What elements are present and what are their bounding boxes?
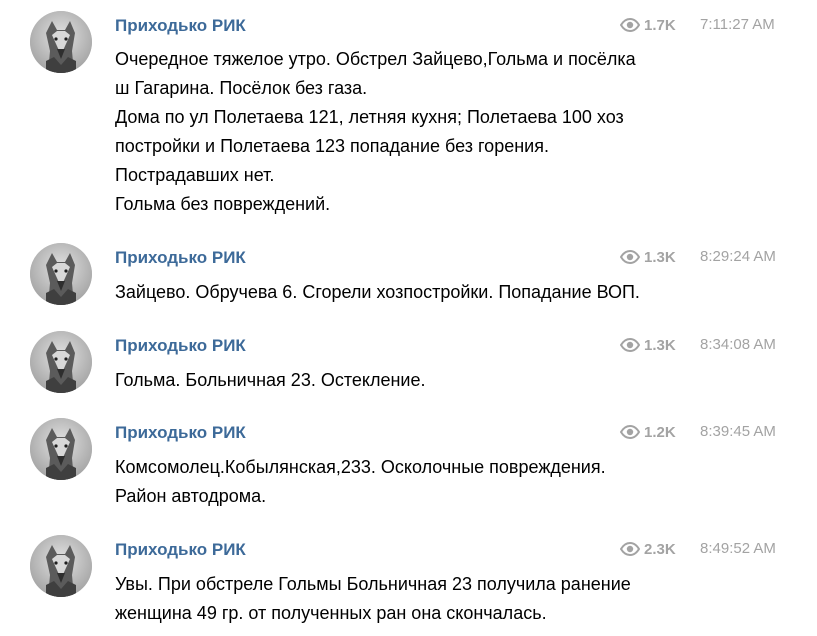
message-text: Комсомолец.Кобылянская,233. Осколочные п… [115, 453, 705, 511]
avatar[interactable] [30, 535, 92, 597]
avatar[interactable] [30, 243, 92, 305]
message-text-line: Дома по ул Полетаева 121, летняя кухня; … [115, 107, 624, 127]
author-name[interactable]: Приходько РИК [115, 248, 246, 268]
message-text: Увы. При обстреле Гольмы Больничная 23 п… [115, 570, 705, 628]
message-text-line: Комсомолец.Кобылянская,233. Осколочные п… [115, 457, 606, 477]
message-text-line: Очередное тяжелое утро. Обстрел Зайцево,… [115, 49, 636, 69]
timestamp[interactable]: 8:39:45 AM [700, 423, 776, 440]
avatar[interactable] [30, 11, 92, 73]
avatar[interactable] [30, 418, 92, 480]
eye-icon [620, 425, 640, 439]
view-count: 1.3K [620, 335, 690, 355]
eye-icon [620, 542, 640, 556]
message-text: Гольма. Больничная 23. Остекление. [115, 366, 705, 395]
timestamp[interactable]: 7:11:27 AM [700, 16, 775, 33]
message-text-line: Район автодрома. [115, 486, 267, 506]
message: Приходько РИК 1.2K 8:39:45 AM Комсомолец… [0, 415, 817, 525]
author-name[interactable]: Приходько РИК [115, 423, 246, 443]
message-feed: Приходько РИК 1.7K 7:11:27 AM Очередное … [0, 0, 817, 636]
view-count-value: 1.7K [644, 16, 676, 34]
message: Приходько РИК 1.3K 8:34:08 AM Гольма. Бо… [0, 328, 817, 408]
eye-icon [620, 338, 640, 352]
view-count: 1.7K [620, 15, 690, 35]
message-text-line: Зайцево. Обручева 6. Сгорели хозпостройк… [115, 282, 640, 302]
author-name[interactable]: Приходько РИК [115, 336, 246, 356]
message: Приходько РИК 2.3K 8:49:52 AM Увы. При о… [0, 532, 817, 636]
view-count-value: 1.3K [644, 336, 676, 354]
avatar[interactable] [30, 331, 92, 393]
view-count-value: 1.3K [644, 248, 676, 266]
timestamp[interactable]: 8:34:08 AM [700, 336, 776, 353]
view-count: 2.3K [620, 539, 690, 559]
message-text: Зайцево. Обручева 6. Сгорели хозпостройк… [115, 278, 705, 307]
author-name[interactable]: Приходько РИК [115, 16, 246, 36]
view-count-value: 2.3K [644, 540, 676, 558]
eye-icon [620, 18, 640, 32]
timestamp[interactable]: 8:49:52 AM [700, 540, 776, 557]
message: Приходько РИК 1.3K 8:29:24 AM Зайцево. О… [0, 240, 817, 320]
message-text: Очередное тяжелое утро. Обстрел Зайцево,… [115, 45, 705, 219]
timestamp[interactable]: 8:29:24 AM [700, 248, 776, 265]
message-text-line: постройки и Полетаева 123 попадание без … [115, 136, 549, 156]
message-text-line: Гольма. Больничная 23. Остекление. [115, 370, 426, 390]
view-count-value: 1.2K [644, 423, 676, 441]
message-text-line: Гольма без повреждений. [115, 194, 331, 214]
view-count: 1.3K [620, 247, 690, 267]
message-text-line: ш Гагарина. Посёлок без газа. [115, 78, 368, 98]
message-text-line: женщина 49 гр. от полученных ран она ско… [115, 603, 547, 623]
view-count: 1.2K [620, 422, 690, 442]
message-text-line: Пострадавших нет. [115, 165, 275, 185]
author-name[interactable]: Приходько РИК [115, 540, 246, 560]
eye-icon [620, 250, 640, 264]
message-text-line: Увы. При обстреле Гольмы Больничная 23 п… [115, 574, 631, 594]
message: Приходько РИК 1.7K 7:11:27 AM Очередное … [0, 0, 817, 230]
